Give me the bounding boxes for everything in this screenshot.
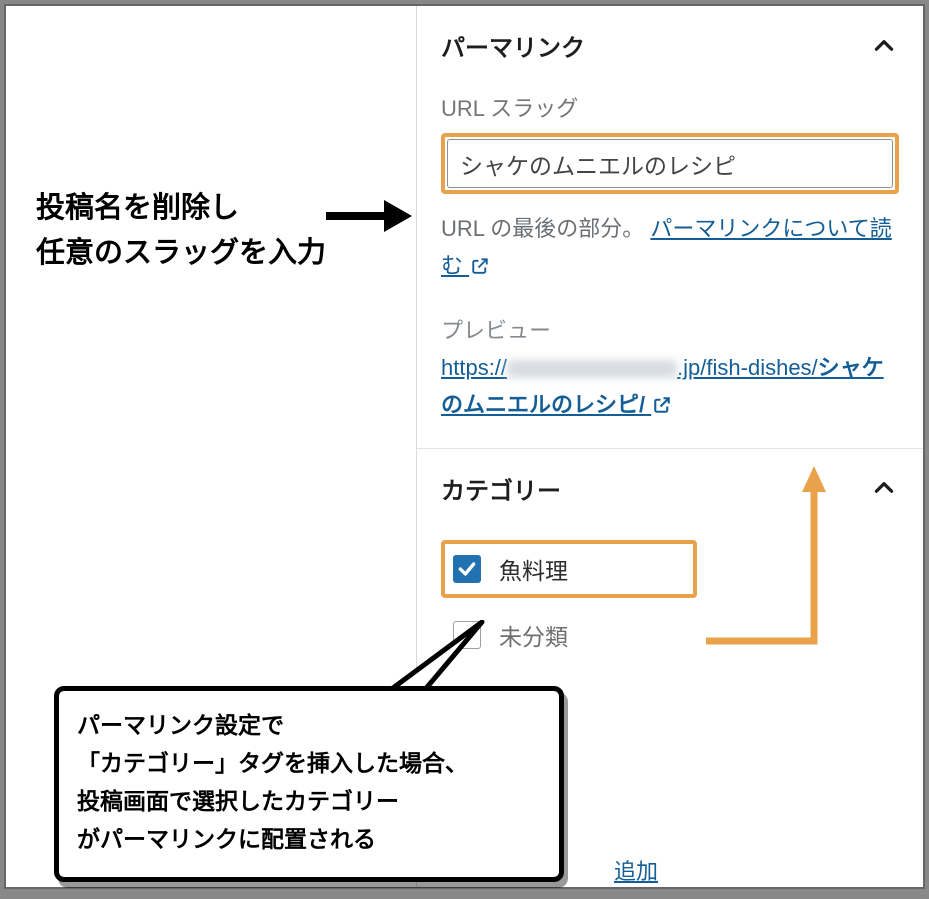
annotation-text-top: 投稿名を削除し 任意のスラッグを入力 (36, 186, 326, 276)
permalink-title: パーマリンク (441, 28, 585, 63)
preview-url-link[interactable]: https://.jp/fish-dishes/シャケのムニエルのレシピ/ (441, 355, 884, 417)
category-checkbox[interactable] (453, 555, 481, 583)
bubble-body: パーマリンク設定で 「カテゴリー」タグを挿入した場合、 投稿画面で選択したカテゴ… (54, 686, 564, 882)
help-text-prefix: URL の最後の部分。 (441, 216, 650, 241)
categories-title: カテゴリー (441, 471, 561, 506)
slug-input-highlight (441, 133, 899, 194)
bubble-line: 「カテゴリー」タグを挿入した場合、 (77, 750, 468, 776)
url-suffix: .jp/fish-dishes/ (677, 355, 818, 380)
url-prefix: https:// (441, 355, 507, 380)
preview-label: プレビュー (441, 313, 899, 345)
bubble-line: 投稿画面で選択したカテゴリー (77, 788, 399, 814)
add-category-link[interactable]: 追加 (614, 854, 658, 886)
screenshot-frame: 投稿名を削除し 任意のスラッグを入力 パーマリンク URL スラッグ URL の… (4, 4, 925, 889)
slug-help-text: URL の最後の部分。 パーマリンクについて読む (441, 210, 899, 287)
chevron-up-icon (869, 473, 899, 503)
permalink-section-header[interactable]: パーマリンク (441, 24, 899, 73)
category-item-highlight: 魚料理 (441, 540, 697, 598)
external-link-icon (653, 388, 671, 425)
category-label: 未分類 (499, 618, 568, 652)
category-label: 魚料理 (499, 552, 568, 586)
arrow-right-icon (326, 202, 414, 230)
categories-section-header[interactable]: カテゴリー (441, 467, 899, 516)
annotation-line: 任意のスラッグを入力 (36, 237, 326, 269)
annotation-speech-bubble: パーマリンク設定で 「カテゴリー」タグを挿入した場合、 投稿画面で選択したカテゴ… (54, 686, 594, 896)
external-link-icon (471, 249, 489, 286)
annotation-line: 投稿名を削除し (36, 192, 239, 224)
redacted-domain (507, 360, 677, 378)
categories-list: 魚料理 未分類 (441, 540, 899, 658)
chevron-up-icon (869, 31, 899, 61)
permalink-section: パーマリンク URL スラッグ URL の最後の部分。 パーマリンクについて読む… (417, 6, 923, 449)
slug-input[interactable] (447, 139, 893, 188)
bubble-line: パーマリンク設定で (77, 712, 284, 738)
category-item: 未分類 (441, 612, 899, 658)
preview-url: https://.jp/fish-dishes/シャケのムニエルのレシピ/ (441, 349, 899, 426)
slug-field-label: URL スラッグ (441, 91, 899, 123)
bubble-line: がパーマリンクに配置される (77, 826, 376, 852)
